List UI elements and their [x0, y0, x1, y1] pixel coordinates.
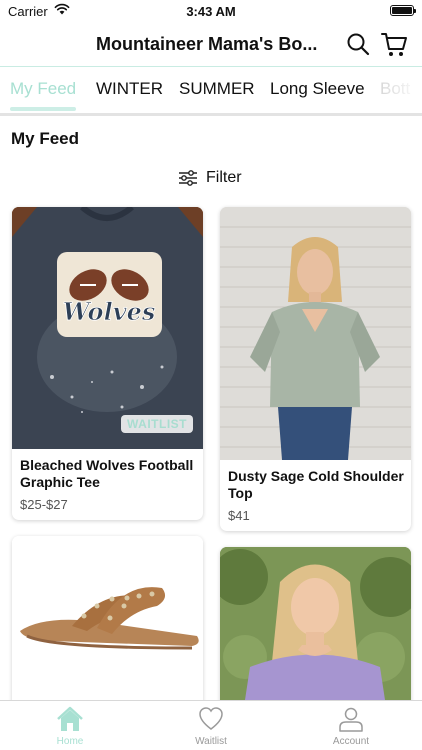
nav-waitlist-label: Waitlist [195, 736, 227, 747]
filter-button[interactable]: Filter [178, 166, 242, 190]
product-price: $41 [228, 508, 250, 523]
feed-title: My Feed [11, 129, 80, 148]
tab-winter[interactable]: WINTER [96, 79, 163, 99]
search-icon[interactable] [346, 32, 370, 56]
product-price: $25-$27 [20, 497, 68, 512]
filter-label: Filter [206, 169, 242, 186]
tab-my-feed[interactable]: My Feed [10, 79, 76, 99]
model-photo [220, 207, 411, 460]
sandal-illustration [12, 536, 203, 700]
product-name: Dusty Sage Cold Shoulder Top [228, 468, 404, 501]
clock: 3:43 AM [186, 4, 236, 19]
nav-account[interactable]: Account [301, 706, 401, 747]
store-title: Mountaineer Mama's Bo... [96, 34, 318, 54]
product-card[interactable]: Dusty Sage Cold Shoulder Top $41 [220, 207, 411, 531]
product-image [12, 536, 203, 726]
tab-bottoms[interactable]: Bott [380, 79, 410, 99]
category-tabs: My Feed WINTER SUMMER Long Sleeve Bott [0, 66, 422, 116]
tab-long-sleeve[interactable]: Long Sleeve [270, 79, 365, 99]
product-image: Wolves WAITLIST [12, 207, 203, 449]
product-card[interactable] [12, 536, 203, 726]
heart-icon [199, 707, 223, 730]
tee-graphic-text: Wolves [63, 297, 156, 326]
product-image [220, 207, 411, 460]
tee-illustration: Wolves [12, 207, 203, 449]
battery-icon [390, 5, 416, 16]
tab-summer[interactable]: SUMMER [179, 79, 255, 99]
nav-waitlist[interactable]: Waitlist [161, 706, 261, 747]
status-bar: Carrier 3:43 AM [0, 0, 422, 22]
waitlist-badge: WAITLIST [121, 415, 193, 433]
person-icon [339, 707, 363, 732]
nav-account-label: Account [332, 736, 370, 747]
model-photo [220, 547, 411, 700]
nav-home-label: Home [56, 736, 84, 747]
bottom-tab-bar: Home Waitlist Account [0, 700, 422, 750]
app-header: Mountaineer Mama's Bo... [0, 22, 422, 66]
nav-home[interactable]: Home [20, 706, 120, 747]
product-card[interactable]: Wolves WAITLIST Bleached Wolves Football… [12, 207, 203, 520]
active-tab-indicator [10, 107, 76, 111]
home-icon [57, 706, 83, 731]
filter-sliders-icon [179, 170, 197, 186]
cart-icon[interactable] [380, 30, 408, 58]
product-name: Bleached Wolves Football Graphic Tee [20, 457, 194, 490]
